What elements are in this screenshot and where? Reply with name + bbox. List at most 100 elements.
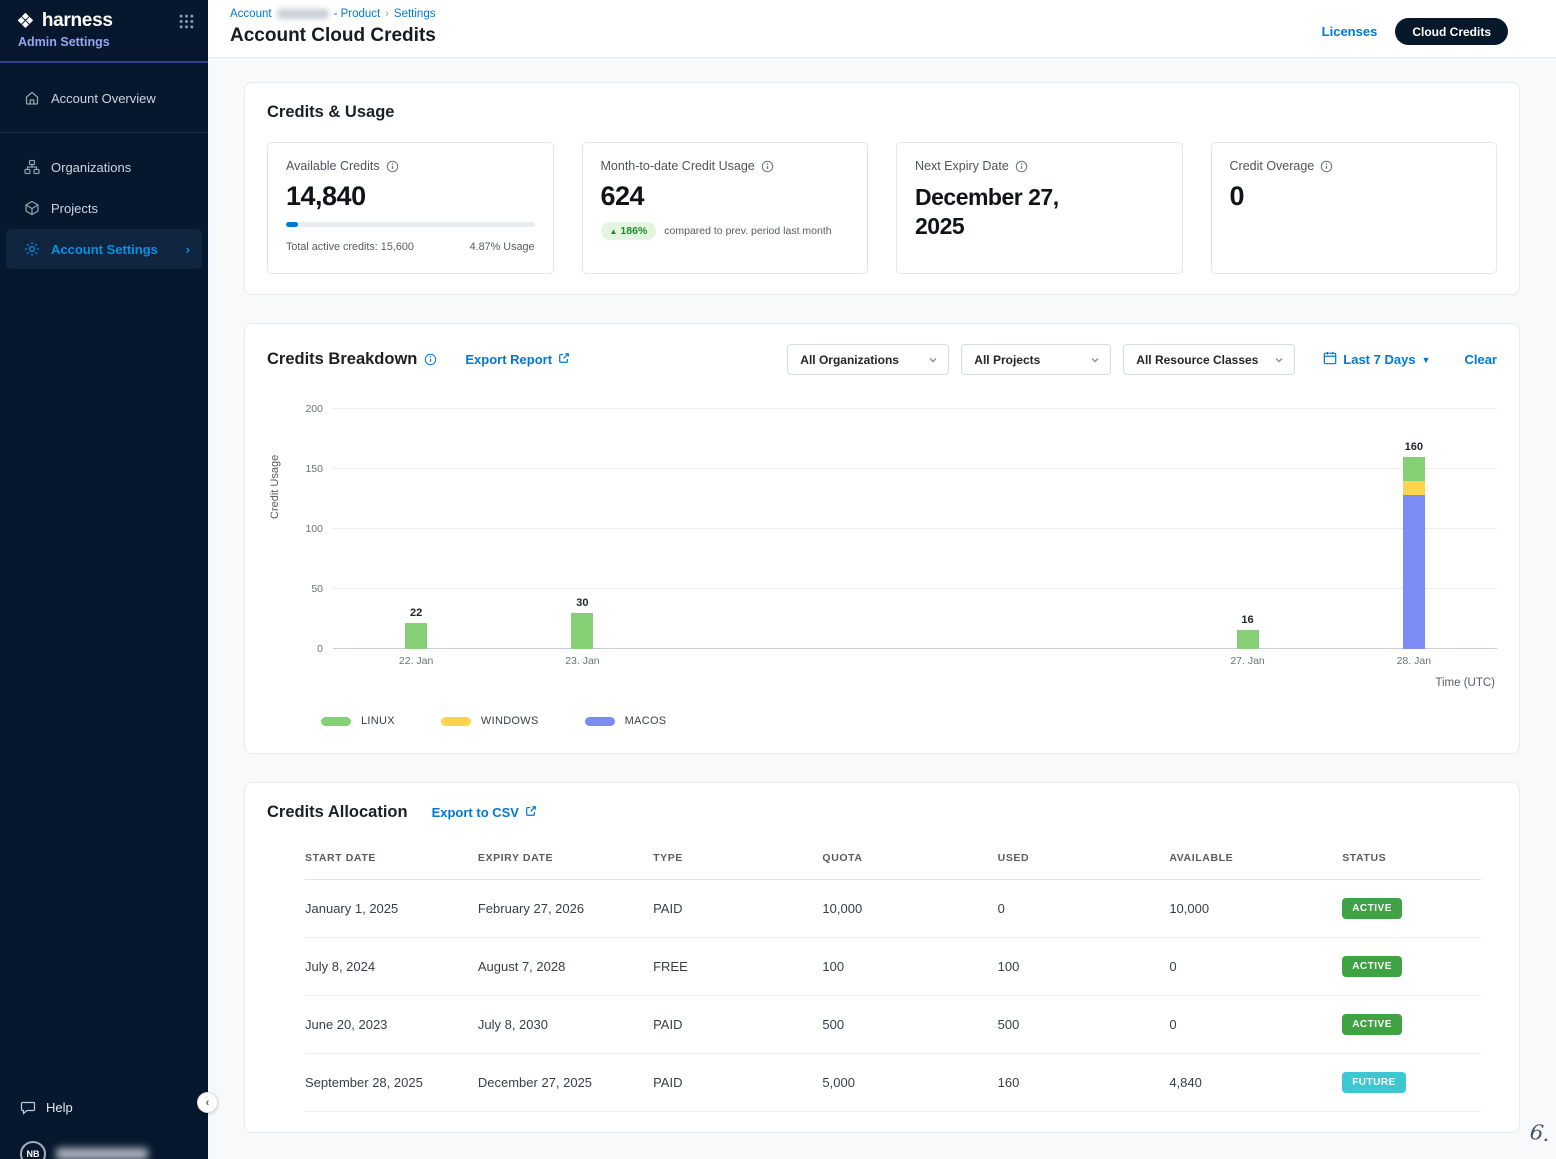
- chart-legend: LINUX WINDOWS MACOS: [321, 715, 1497, 727]
- help-chat-icon: [20, 1099, 36, 1115]
- usage-progress-bar: [286, 222, 535, 227]
- legend-item-macos[interactable]: MACOS: [585, 715, 667, 727]
- organizations-filter-select[interactable]: All Organizations: [787, 344, 949, 375]
- table-cell: 500: [998, 1017, 1170, 1032]
- table-header-row: START DATEEXPIRY DATETYPEQUOTAUSEDAVAILA…: [305, 836, 1481, 880]
- available-credits-value: 14,840: [286, 181, 535, 212]
- stat-label: Next Expiry Date: [915, 159, 1009, 173]
- sidebar-item-account-settings[interactable]: Account Settings ›: [6, 229, 202, 269]
- legend-label: MACOS: [625, 715, 667, 727]
- up-triangle-icon: ▲: [610, 227, 618, 236]
- sidebar-collapse-button[interactable]: ‹: [197, 1092, 218, 1113]
- delta-note: compared to prev. period last month: [664, 225, 831, 237]
- x-axis-ticks: 22. Jan23. Jan27. Jan28. Jan: [333, 655, 1497, 667]
- app-switcher-icon[interactable]: [179, 14, 194, 29]
- nav-divider: [0, 132, 208, 133]
- harness-logo-icon: ❖: [16, 11, 35, 32]
- help-button[interactable]: Help: [20, 1099, 208, 1115]
- legend-item-linux[interactable]: LINUX: [321, 715, 395, 727]
- home-icon: [24, 90, 40, 106]
- credits-allocation-table: START DATEEXPIRY DATETYPEQUOTAUSEDAVAILA…: [305, 836, 1481, 1112]
- bar-value-label: 16: [1241, 614, 1253, 626]
- bar-value-label: 22: [410, 607, 422, 619]
- user-profile[interactable]: NB: [20, 1141, 208, 1159]
- x-tick-label: 27. Jan: [1164, 655, 1330, 667]
- export-csv-link[interactable]: Export to CSV: [432, 805, 537, 820]
- breadcrumb-product-link[interactable]: - Product: [334, 8, 381, 20]
- stat-label: Month-to-date Credit Usage: [601, 159, 755, 173]
- credits-usage-title: Credits & Usage: [267, 103, 1497, 122]
- sidebar-item-account-overview[interactable]: Account Overview: [6, 78, 202, 118]
- chart-bar-group: 16: [1164, 409, 1330, 649]
- handwritten-mark: 6.: [1528, 1120, 1551, 1147]
- bar-segment-linux: [405, 623, 427, 649]
- table-cell: 5,000: [822, 1075, 997, 1090]
- next-expiry-card: Next Expiry Date December 27, 2025: [896, 142, 1183, 274]
- info-icon[interactable]: [386, 160, 399, 173]
- date-range-filter[interactable]: Last 7 Days ▼: [1323, 351, 1430, 368]
- info-icon[interactable]: [761, 160, 774, 173]
- external-link-icon: [525, 805, 537, 820]
- table-cell: 10,000: [822, 901, 997, 916]
- usage-percent: 4.87% Usage: [470, 241, 535, 253]
- usage-progress-fill: [286, 222, 298, 227]
- gear-icon: [24, 241, 40, 257]
- y-axis-label: Credit Usage: [269, 455, 281, 519]
- resource-classes-filter-select[interactable]: All Resource Classes: [1123, 344, 1295, 375]
- delta-badge: ▲186%: [601, 222, 657, 240]
- x-axis-label: Time (UTC): [333, 677, 1497, 689]
- column-header: STATUS: [1342, 852, 1481, 864]
- x-tick-label: [998, 655, 1164, 667]
- info-icon[interactable]: [1015, 160, 1028, 173]
- bar-value-label: 160: [1405, 441, 1423, 453]
- credits-breakdown-section: Credits Breakdown Export Report All Orga…: [244, 323, 1520, 754]
- avatar[interactable]: NB: [20, 1141, 46, 1159]
- table-cell: December 27, 2025: [478, 1075, 653, 1090]
- info-icon[interactable]: [424, 353, 437, 366]
- x-tick-label: [832, 655, 998, 667]
- column-header: USED: [998, 852, 1170, 864]
- sidebar-footer: Help NB: [0, 1099, 208, 1159]
- projects-filter-select[interactable]: All Projects: [961, 344, 1111, 375]
- table-row: September 28, 2025December 27, 2025PAID5…: [305, 1054, 1481, 1112]
- credits-breakdown-title: Credits Breakdown: [267, 350, 417, 369]
- bar-value-label: 30: [576, 597, 588, 609]
- table-row: July 8, 2024August 7, 2028FREE1001000ACT…: [305, 938, 1481, 996]
- available-credits-card: Available Credits 14,840 Total active cr…: [267, 142, 554, 274]
- breadcrumb-settings-link[interactable]: Settings: [394, 8, 436, 20]
- column-header: AVAILABLE: [1169, 852, 1342, 864]
- clear-filters-link[interactable]: Clear: [1464, 352, 1497, 367]
- sidebar: ❖ harness Admin Settings Account Overvie…: [0, 0, 208, 1159]
- licenses-link[interactable]: Licenses: [1322, 24, 1378, 39]
- table-cell: 100: [998, 959, 1170, 974]
- caret-down-icon: ▼: [1422, 355, 1431, 365]
- table-cell: 0: [998, 901, 1170, 916]
- legend-item-windows[interactable]: WINDOWS: [441, 715, 539, 727]
- status-badge: ACTIVE: [1342, 1014, 1402, 1035]
- table-cell: September 28, 2025: [305, 1075, 478, 1090]
- chart-bar-group: 22: [333, 409, 499, 649]
- sidebar-nav: Account Overview Organizations Projects …: [0, 63, 208, 269]
- table-cell: 0: [1169, 1017, 1342, 1032]
- table-cell: June 20, 2023: [305, 1017, 478, 1032]
- credits-allocation-title: Credits Allocation: [267, 803, 408, 822]
- sidebar-item-projects[interactable]: Projects: [6, 188, 202, 228]
- calendar-icon: [1323, 351, 1337, 368]
- table-cell: February 27, 2026: [478, 901, 653, 916]
- status-badge: FUTURE: [1342, 1072, 1406, 1093]
- info-icon[interactable]: [1320, 160, 1333, 173]
- export-report-link[interactable]: Export Report: [465, 352, 570, 367]
- sidebar-header: ❖ harness Admin Settings: [0, 0, 208, 63]
- brand-name: harness: [42, 10, 172, 32]
- column-header: EXPIRY DATE: [478, 852, 653, 864]
- chart-bar-group: [832, 409, 998, 649]
- chevron-down-icon: [1090, 355, 1100, 365]
- breadcrumb-account-link[interactable]: Account: [230, 8, 272, 20]
- cloud-credits-button[interactable]: Cloud Credits: [1395, 18, 1508, 45]
- chart-bar-group: 30: [499, 409, 665, 649]
- legend-label: LINUX: [361, 715, 395, 727]
- x-tick-label: 22. Jan: [333, 655, 499, 667]
- help-label: Help: [46, 1100, 73, 1115]
- sidebar-item-organizations[interactable]: Organizations: [6, 147, 202, 187]
- bar-segment-linux: [1403, 457, 1425, 481]
